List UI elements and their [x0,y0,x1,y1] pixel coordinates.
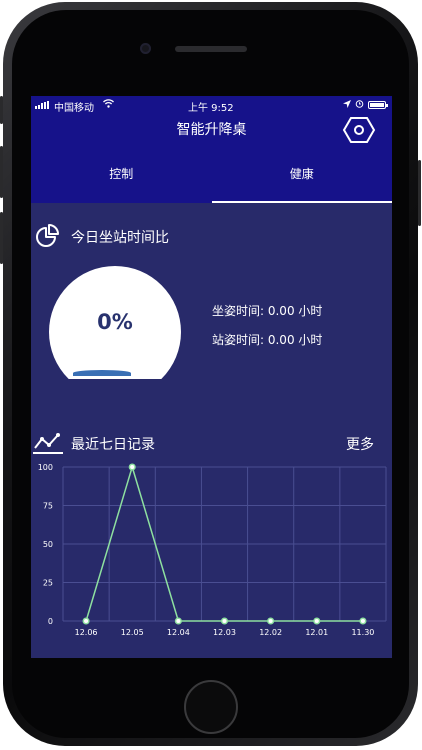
data-point [128,463,136,471]
more-link[interactable]: 更多 [346,434,374,454]
stand-time-text: 站姿时间: 0.00 小时 [212,333,323,347]
y-tick-label: 75 [43,502,53,511]
x-tick-label: 11.30 [351,628,374,637]
wifi-icon [103,99,114,111]
data-point [313,617,321,625]
status-bar: 中国移动 上午 9:52 [31,96,392,114]
data-point [82,617,90,625]
battery-icon [368,101,388,109]
weekly-section-header: 最近七日记录 更多 [31,431,392,455]
home-button[interactable] [184,680,238,734]
tab-bar: 控制 健康 [31,156,392,203]
earpiece-speaker [175,46,247,52]
app-screen: 中国移动 上午 9:52 智能升降桌 控制 健康 今日坐站时间比 0% 坐姿时间… [31,96,392,658]
tab-control[interactable]: 控制 [31,156,212,203]
alarm-icon [355,99,364,111]
volume-down-button [0,212,3,264]
page-title: 智能升降桌 [176,122,247,138]
data-point [359,617,367,625]
x-tick-label: 12.03 [213,628,236,637]
pie-chart-icon [35,224,61,252]
data-point [174,617,182,625]
y-tick-label: 100 [38,463,53,472]
tab-control-label: 控制 [109,167,134,181]
tab-health[interactable]: 健康 [211,156,393,203]
data-point [220,617,229,625]
hexagon-settings-icon[interactable] [342,116,376,144]
ratio-percent: 0% [97,310,133,334]
phone-frame: 中国移动 上午 9:52 智能升降桌 控制 健康 今日坐站时间比 0% 坐姿时间… [0,0,422,750]
today-section-header: 今日坐站时间比 [31,224,392,248]
data-point [267,617,275,625]
x-tick-label: 12.05 [121,628,144,637]
y-tick-label: 50 [43,540,53,549]
location-icon [343,99,351,111]
tab-health-label: 健康 [289,167,314,181]
ratio-chart-band [73,370,131,376]
y-tick-label: 25 [43,579,53,588]
carrier-name: 中国移动 [54,103,94,114]
x-tick-label: 12.06 [75,628,98,637]
today-title: 今日坐站时间比 [71,230,169,246]
app-header: 中国移动 上午 9:52 智能升降桌 控制 健康 [31,96,392,203]
y-tick-label: 0 [48,617,53,626]
mute-switch [0,96,3,124]
trend-line-icon [33,431,63,459]
x-tick-label: 12.04 [167,628,190,637]
front-camera [140,43,151,54]
power-button [418,160,421,226]
x-tick-label: 12.02 [259,628,282,637]
weekly-line-chart: 0 25 50 75 100 12.06 12.05 12.04 12.03 12.02 12.01… [38,463,387,637]
status-time: 上午 9:52 [188,103,234,114]
weekly-title: 最近七日记录 [71,437,155,453]
sit-time-text: 坐姿时间: 0.00 小时 [212,304,323,318]
volume-up-button [0,146,3,198]
x-tick-label: 12.01 [305,628,328,637]
